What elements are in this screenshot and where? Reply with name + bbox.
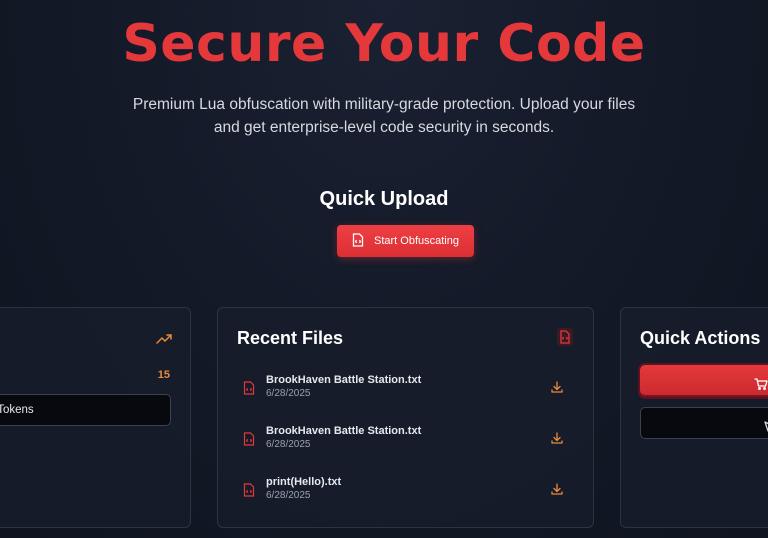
quick-actions-card: Quick Actions: [620, 307, 768, 528]
hero-title: Secure Your Code: [122, 14, 646, 74]
file-code-icon: [243, 482, 255, 501]
cart-icon: [754, 375, 768, 394]
download-icon[interactable]: [551, 480, 563, 499]
file-code-icon: [243, 431, 255, 450]
quick-upload-title: Quick Upload: [319, 188, 449, 210]
file-code-icon: [243, 380, 255, 399]
recent-files-card: Recent Files BrookHaven Battle Station.t…: [217, 307, 594, 528]
start-obfuscating-button[interactable]: Start Obfuscating: [337, 225, 474, 257]
file-date: 6/28/2025: [266, 439, 311, 450]
file-code-icon: [557, 328, 573, 350]
file-date: 6/28/2025: [266, 490, 311, 501]
download-icon[interactable]: [551, 429, 563, 448]
hero-subtitle-line-2: and get enterprise-level code security i…: [213, 119, 555, 136]
list-item[interactable]: BrookHaven Battle Station.txt 6/28/2025: [243, 374, 563, 410]
cursor-icon: [763, 418, 768, 437]
download-icon[interactable]: [551, 378, 563, 397]
trending-up-icon: [156, 330, 172, 349]
tokens-button[interactable]: re Tokens: [0, 394, 171, 426]
action-button[interactable]: [640, 407, 768, 439]
file-name: BrookHaven Battle Station.txt: [266, 374, 422, 386]
file-code-icon: [352, 232, 364, 250]
list-item[interactable]: print(Hello).txt 6/28/2025: [243, 476, 563, 512]
quick-actions-title: Quick Actions: [640, 328, 761, 348]
file-name: BrookHaven Battle Station.txt: [266, 425, 422, 437]
buy-button[interactable]: [640, 365, 768, 397]
list-item[interactable]: BrookHaven Battle Station.txt 6/28/2025: [243, 425, 563, 461]
start-obfuscating-label: Start Obfuscating: [374, 235, 459, 247]
recent-files-title: Recent Files: [237, 328, 344, 348]
tokens-button-label: re Tokens: [0, 404, 34, 416]
stats-card: 15 re Tokens: [0, 307, 191, 528]
file-name: print(Hello).txt: [266, 476, 342, 488]
hero-subtitle: Premium Lua obfuscation with military-gr…: [120, 93, 648, 139]
file-date: 6/28/2025: [266, 388, 311, 399]
hero-subtitle-line-1: Premium Lua obfuscation with military-gr…: [132, 96, 636, 113]
stat-count: 15: [157, 369, 170, 381]
